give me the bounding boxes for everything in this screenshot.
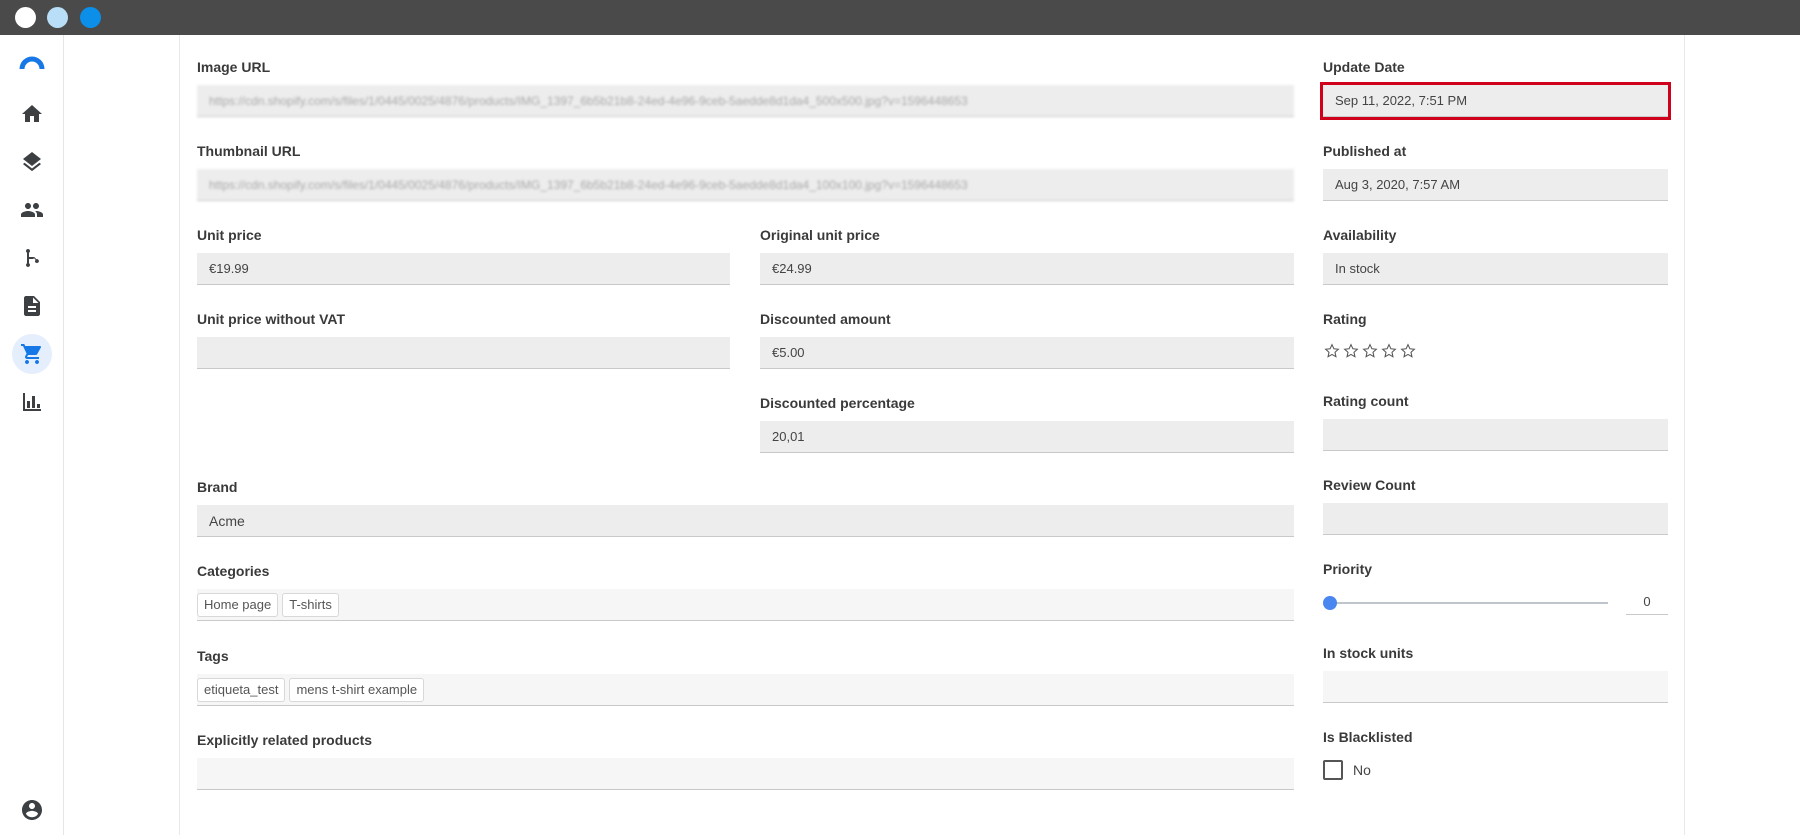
app-logo-icon[interactable] [12,44,52,84]
update-date-label: Update Date [1323,59,1405,75]
unit-price-label: Unit price [197,227,262,243]
bar-chart-icon[interactable] [12,382,52,422]
rating-count-label: Rating count [1323,393,1409,409]
original-unit-price-field[interactable]: €24.99 [760,253,1294,285]
unit-price-field[interactable]: €19.99 [197,253,730,285]
product-form-panel: Image URL https://cdn.shopify.com/s/file… [179,35,1685,835]
thumbnail-url-label: Thumbnail URL [197,143,301,159]
tags-label: Tags [197,648,229,664]
tag-chip[interactable]: mens t-shirt example [289,678,425,702]
brand-label: Brand [197,479,238,495]
is-blacklisted-label: Is Blacklisted [1323,729,1413,745]
users-icon[interactable] [12,190,52,230]
window-maximize-button[interactable] [80,7,101,28]
star-icon[interactable] [1400,343,1416,359]
in-stock-units-label: In stock units [1323,645,1414,661]
branch-icon[interactable] [12,238,52,278]
published-at-label: Published at [1323,143,1407,159]
window-minimize-button[interactable] [47,7,68,28]
priority-slider-track[interactable] [1330,602,1608,604]
published-at-field[interactable]: Aug 3, 2020, 7:57 AM [1323,169,1668,201]
priority-value-field[interactable]: 0 [1626,589,1668,615]
brand-field[interactable]: Acme [197,505,1294,537]
related-products-label: Explicitly related products [197,732,373,748]
priority-slider-thumb[interactable] [1323,596,1337,610]
original-unit-price-label: Original unit price [760,227,880,243]
discounted-amount-field[interactable]: €5.00 [760,337,1294,369]
related-products-field[interactable] [197,758,1294,790]
rating-label: Rating [1323,311,1367,327]
category-chip[interactable]: Home page [197,593,279,617]
unit-price-without-vat-field[interactable] [197,337,730,369]
categories-label: Categories [197,563,270,579]
review-count-field[interactable] [1323,503,1668,535]
category-chip[interactable]: T-shirts [282,593,339,617]
availability-label: Availability [1323,227,1397,243]
rating-stars[interactable] [1324,343,1416,359]
rating-count-field[interactable] [1323,419,1668,451]
sidebar [0,35,64,835]
is-blacklisted-checkbox[interactable] [1323,760,1343,780]
thumbnail-url-field[interactable]: https://cdn.shopify.com/s/files/1/0445/0… [197,169,1294,201]
star-icon[interactable] [1381,343,1397,359]
account-icon[interactable] [12,790,52,830]
categories-field[interactable]: Home page T-shirts [197,589,1294,621]
in-stock-units-field[interactable] [1323,671,1668,703]
layers-icon[interactable] [12,142,52,182]
star-icon[interactable] [1343,343,1359,359]
window-close-button[interactable] [15,7,36,28]
discounted-percentage-field[interactable]: 20,01 [760,421,1294,453]
discounted-percentage-label: Discounted percentage [760,395,915,411]
discounted-amount-label: Discounted amount [760,311,891,327]
image-url-label: Image URL [197,59,271,75]
document-icon[interactable] [12,286,52,326]
window-titlebar [0,0,1800,35]
star-icon[interactable] [1324,343,1340,359]
priority-label: Priority [1323,561,1373,577]
tags-field[interactable]: etiqueta_test mens t-shirt example [197,674,1294,706]
availability-field[interactable]: In stock [1323,253,1668,285]
update-date-field[interactable]: Sep 11, 2022, 7:51 PM [1320,82,1671,120]
unit-price-without-vat-label: Unit price without VAT [197,311,346,327]
image-url-field[interactable]: https://cdn.shopify.com/s/files/1/0445/0… [197,85,1294,117]
tag-chip[interactable]: etiqueta_test [197,678,286,702]
home-icon[interactable] [12,94,52,134]
review-count-label: Review Count [1323,477,1416,493]
is-blacklisted-value: No [1353,762,1371,778]
star-icon[interactable] [1362,343,1378,359]
cart-icon[interactable] [12,334,52,374]
